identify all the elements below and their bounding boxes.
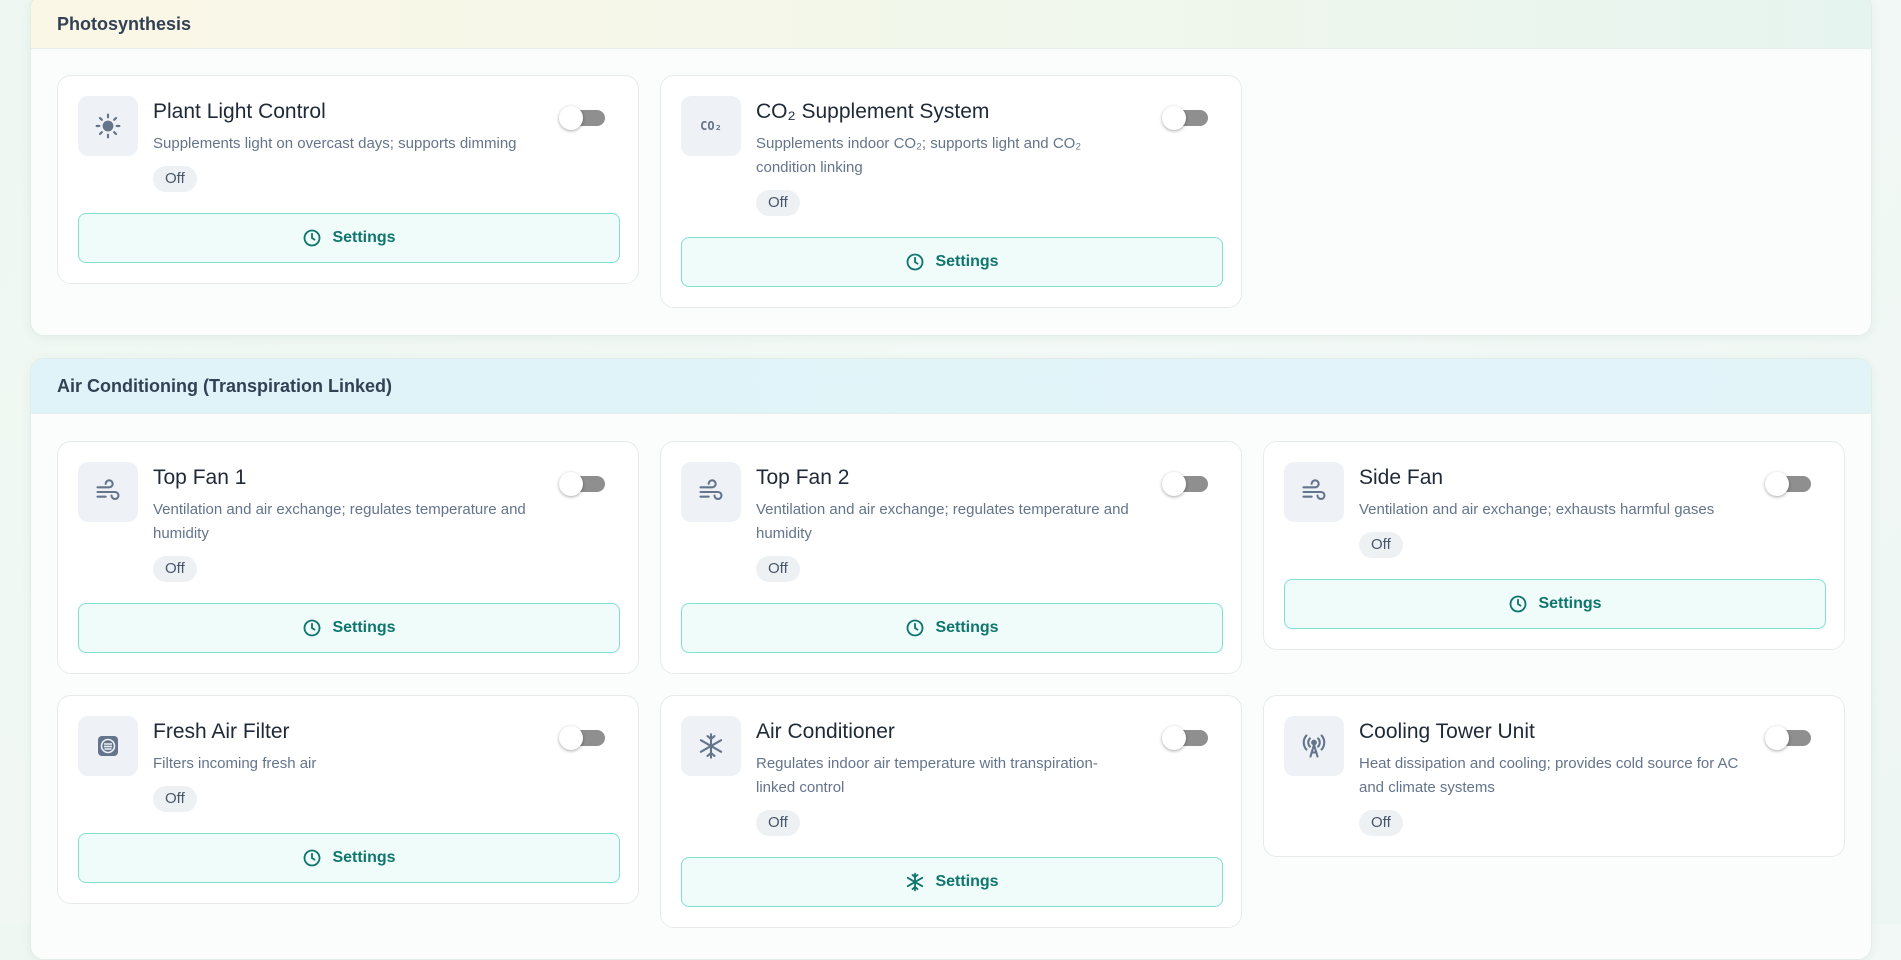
device-card-co2: CO₂ CO₂ Supplement System Supplements in… [660,75,1242,308]
device-description: Regulates indoor air temperature with tr… [756,755,1098,796]
device-card-side-fan: Side Fan Ventilation and air exchange; e… [1263,441,1845,650]
wind-icon [681,462,741,522]
status-badge: Off [153,166,197,192]
toggle-knob [1162,472,1186,496]
wind-icon [1284,462,1344,522]
power-toggle[interactable] [1765,726,1811,750]
toggle-knob [1765,472,1789,496]
device-title: CO₂ Supplement System [756,100,990,123]
device-description: Ventilation and air exchange; regulates … [153,501,526,542]
antenna-tower-icon [1284,716,1344,776]
status-badge: Off [756,810,800,836]
clock-icon [907,619,924,637]
settings-button[interactable]: Settings [78,213,620,263]
settings-label: Settings [332,619,396,636]
device-title: Top Fan 1 [153,466,247,489]
settings-button[interactable]: Settings [1284,579,1826,629]
toggle-knob [1162,106,1186,130]
device-description: Filters incoming fresh air [153,755,317,772]
clock-icon [304,849,321,867]
device-title: Top Fan 2 [756,466,850,489]
settings-label: Settings [332,229,396,246]
status-badge: Off [153,556,197,582]
device-card-top-fan-2: Top Fan 2 Ventilation and air exchange; … [660,441,1242,674]
settings-button[interactable]: Settings [681,603,1223,653]
settings-label: Settings [332,849,396,866]
device-description: Supplements light on overcast days; supp… [153,135,517,152]
settings-label: Settings [1538,595,1602,612]
status-badge: Off [1359,532,1403,558]
toggle-knob [559,726,583,750]
settings-label: Settings [935,873,999,890]
sun-icon [78,96,138,156]
device-card-cooling-tower: Cooling Tower Unit Heat dissipation and … [1263,695,1845,857]
settings-button[interactable]: Settings [78,833,620,883]
air-conditioning-panel: Air Conditioning (Transpiration Linked) … [30,358,1872,960]
device-description: Supplements indoor CO₂; supports light a… [756,135,1082,176]
status-badge: Off [1359,810,1403,836]
co2-icon-text: CO₂ [700,119,722,133]
device-card-top-fan-1: Top Fan 1 Ventilation and air exchange; … [57,441,639,674]
clock-icon [304,229,321,247]
section-title-photosynthesis: Photosynthesis [31,0,1871,49]
device-title: Fresh Air Filter [153,720,290,743]
toggle-knob [559,106,583,130]
section-title-text: Air Conditioning (Transpiration Linked) [57,375,392,396]
snowflake-icon [907,872,924,892]
power-toggle[interactable] [1162,106,1208,130]
co2-icon: CO₂ [681,96,741,156]
device-title: Plant Light Control [153,100,326,123]
device-title: Cooling Tower Unit [1359,720,1535,743]
power-toggle[interactable] [1162,726,1208,750]
wind-icon [78,462,138,522]
section-title-text: Photosynthesis [57,14,192,34]
clock-icon [907,253,924,271]
device-description: Heat dissipation and cooling; provides c… [1359,755,1739,796]
toggle-knob [559,472,583,496]
power-toggle[interactable] [559,106,605,130]
power-toggle[interactable] [559,472,605,496]
status-badge: Off [756,556,800,582]
filter-icon [78,716,138,776]
power-toggle[interactable] [1162,472,1208,496]
snowflake-icon [681,716,741,776]
settings-button[interactable]: Settings [78,603,620,653]
device-card-fresh-air-filter: Fresh Air Filter Filters incoming fresh … [57,695,639,904]
device-title: Air Conditioner [756,720,895,743]
toggle-knob [1765,726,1789,750]
settings-label: Settings [935,253,999,270]
power-toggle[interactable] [559,726,605,750]
settings-button[interactable]: Settings [681,237,1223,287]
power-toggle[interactable] [1765,472,1811,496]
clock-icon [304,619,321,637]
photosynthesis-panel: Photosynthesis Plant Light Control Suppl… [30,0,1872,336]
clock-icon [1510,595,1527,613]
device-title: Side Fan [1359,466,1444,489]
device-description: Ventilation and air exchange; regulates … [756,501,1129,542]
status-badge: Off [153,786,197,812]
settings-label: Settings [935,619,999,636]
device-card-air-conditioner: Air Conditioner Regulates indoor air tem… [660,695,1242,928]
toggle-knob [1162,726,1186,750]
section-title-air: Air Conditioning (Transpiration Linked) [31,359,1871,414]
device-card-plant-light: Plant Light Control Supplements light on… [57,75,639,284]
device-description: Ventilation and air exchange; exhausts h… [1359,501,1715,518]
settings-button[interactable]: Settings [681,857,1223,907]
status-badge: Off [756,190,800,216]
